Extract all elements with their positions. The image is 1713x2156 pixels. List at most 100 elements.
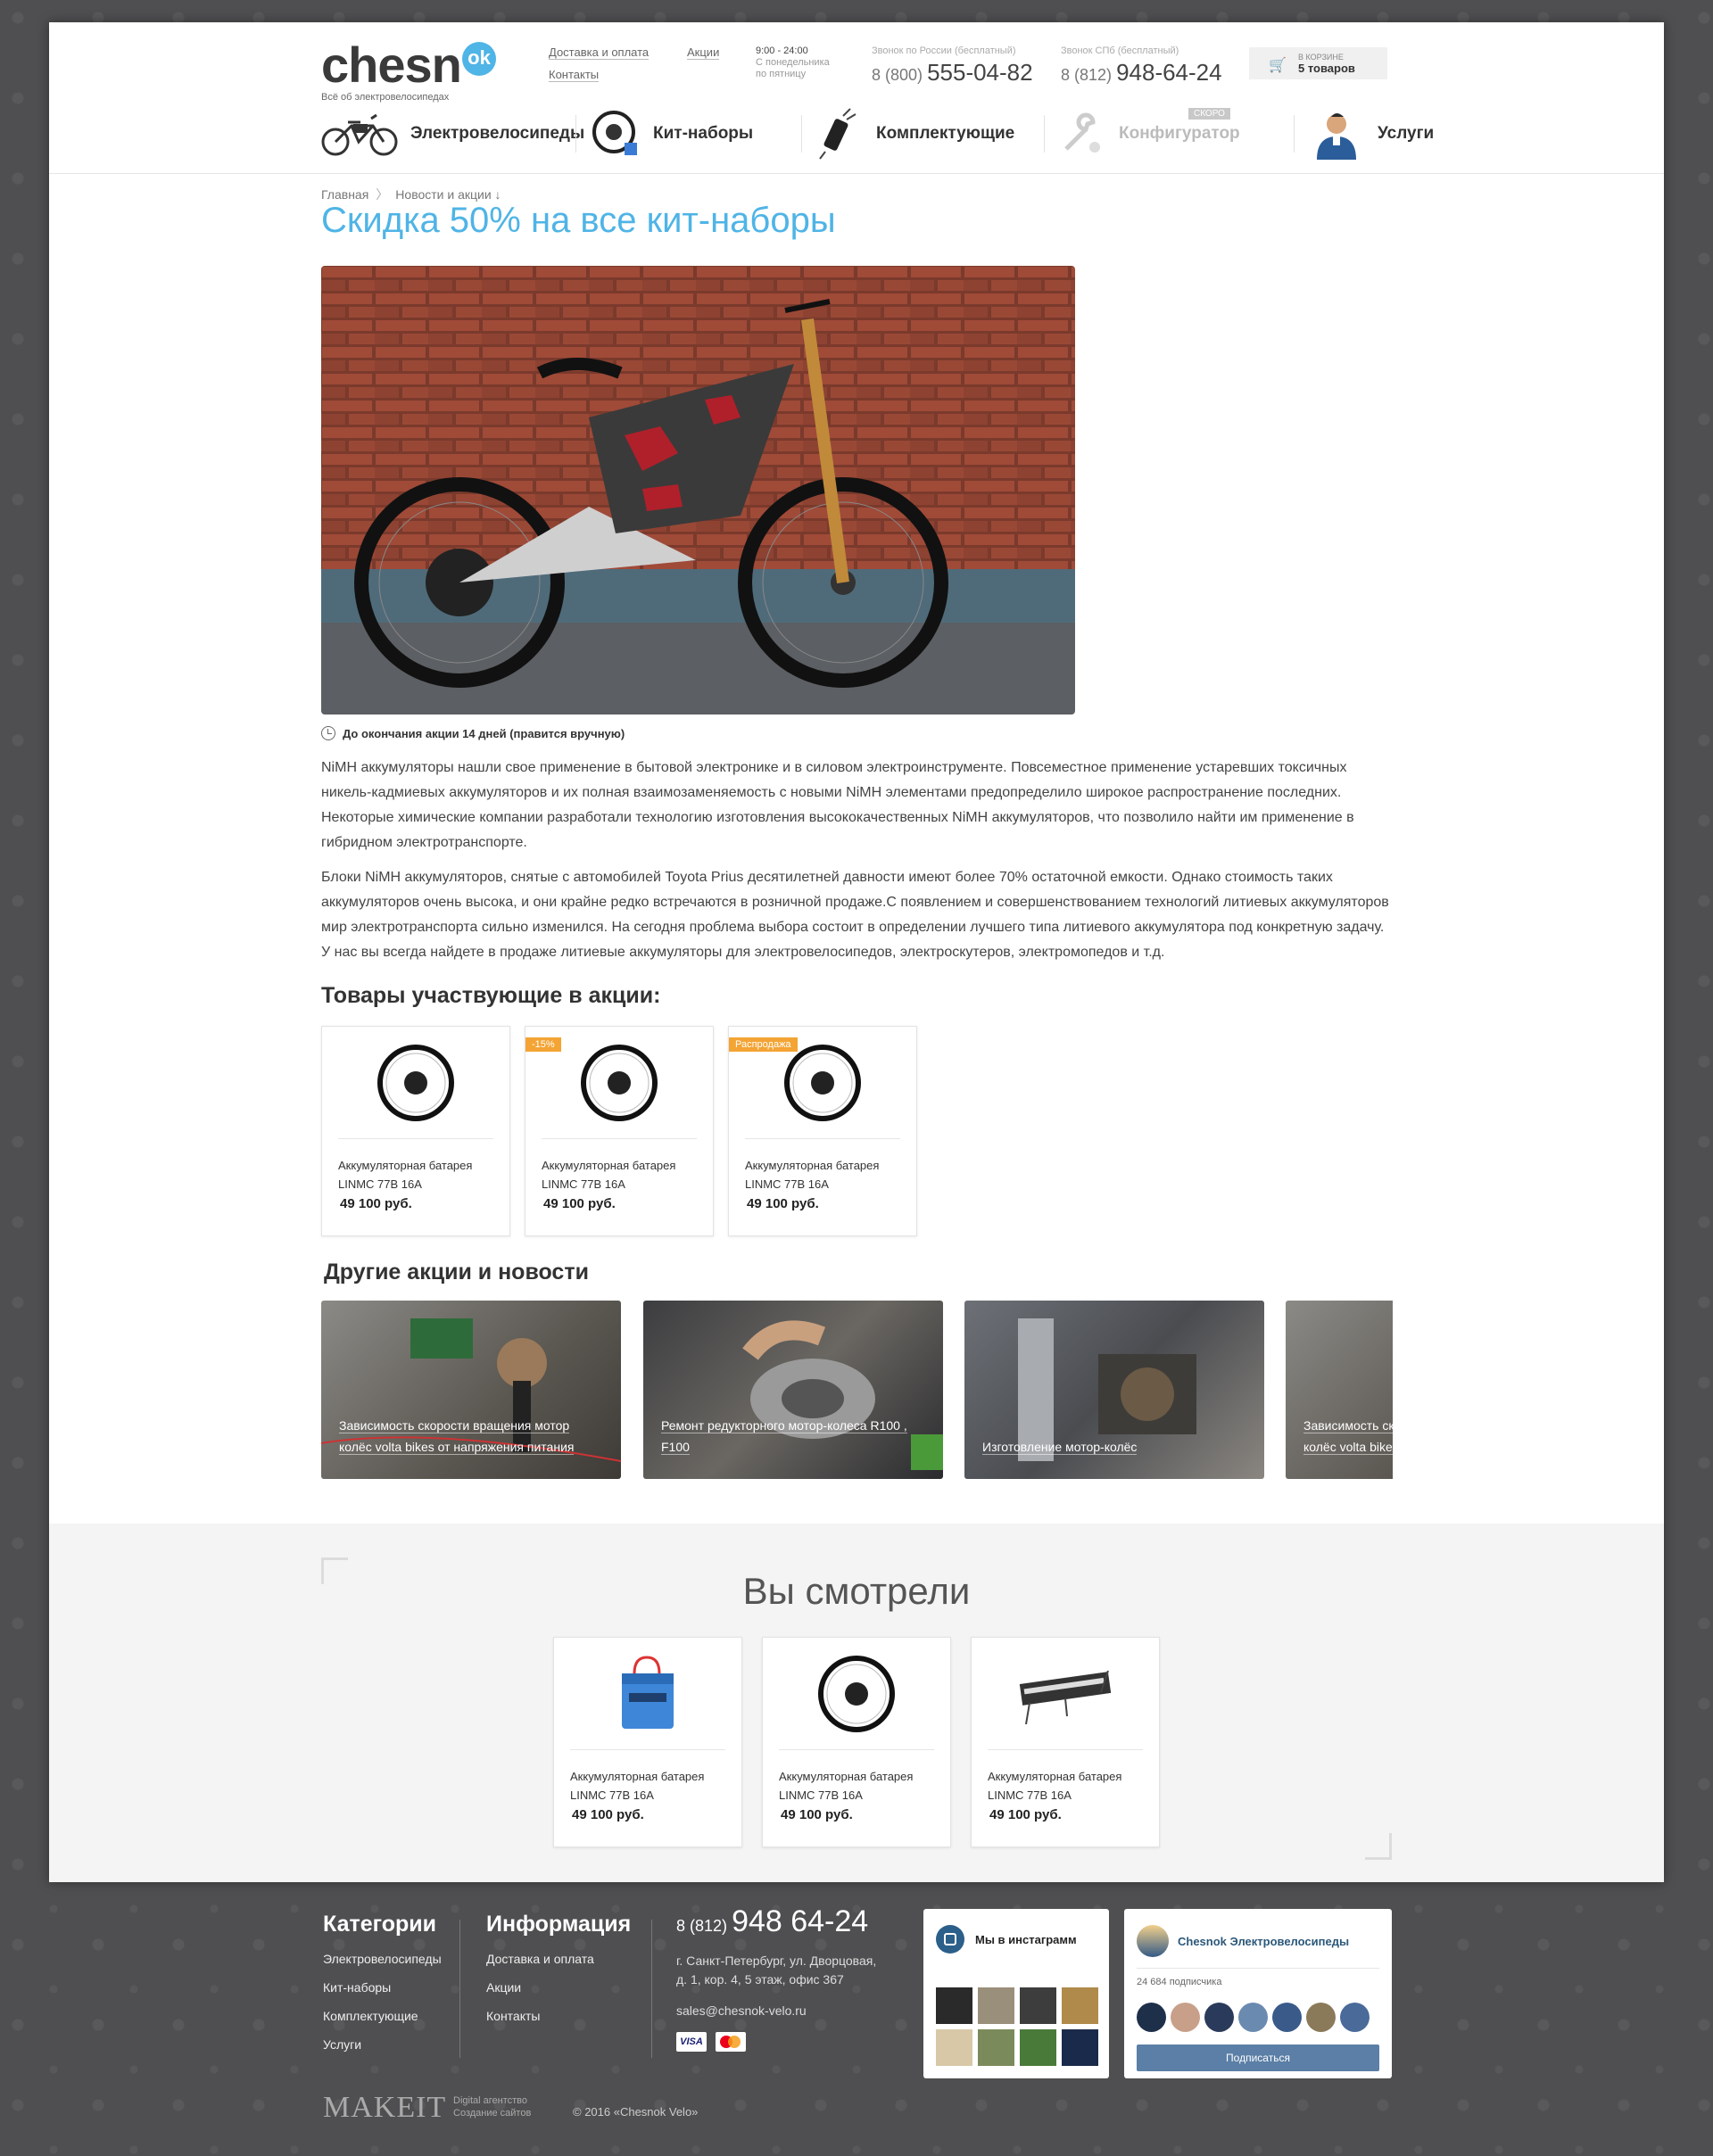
makeit-logo[interactable]: MAKEIT	[323, 2091, 446, 2125]
link-promotions[interactable]: Акции	[687, 45, 720, 60]
nav-item-configurator[interactable]: Конфигуратор скоро	[1055, 103, 1240, 165]
footer-link-promotions[interactable]: Акции	[486, 1980, 631, 1995]
breadcrumb-separator-icon: 〉	[376, 187, 389, 202]
cart-button[interactable]: 🛒 в корзине 5 товаров	[1249, 47, 1387, 79]
motor-wheel-icon	[322, 1027, 509, 1138]
product-card[interactable]: -15% Аккумуляторная батарея LINMC 77В 16…	[525, 1026, 714, 1236]
product-price: 49 100 руб.	[781, 1807, 853, 1822]
instagram-photo[interactable]	[1020, 1987, 1056, 2024]
product-name[interactable]: Аккумуляторная батарея LINMC 77В 16А	[542, 1156, 702, 1194]
instagram-icon	[936, 1925, 964, 1954]
controller-icon	[972, 1638, 1159, 1749]
news-carousel-mask	[1393, 1298, 1664, 1485]
hero-image	[321, 266, 1075, 715]
footer-link-kits[interactable]: Кит-наборы	[323, 1980, 442, 1995]
product-name[interactable]: Аккумуляторная батарея LINMC 77В 16А	[779, 1767, 939, 1805]
instagram-widget: Мы в инстаграмм	[923, 1909, 1109, 2078]
instagram-photo[interactable]	[1020, 2029, 1056, 2066]
phone-russia[interactable]: Звонок по России (бесплатный) 8 (800) 55…	[872, 45, 1033, 87]
vk-subscribers: 24 684 подписчика	[1137, 1977, 1222, 1987]
instagram-photo[interactable]	[1062, 2029, 1098, 2066]
motor-wheel-icon	[729, 1027, 916, 1138]
footer-phone[interactable]: 8 (812) 948 64-24	[676, 1904, 876, 1939]
product-name[interactable]: Аккумуляторная батарея LINMC 77В 16А	[570, 1767, 731, 1805]
avatar[interactable]	[1306, 2003, 1336, 2032]
vk-subscribe-button[interactable]: Подписаться	[1137, 2044, 1379, 2071]
vk-header[interactable]: Chesnok Электровелосипеды	[1137, 1925, 1349, 1957]
news-card[interactable]: Ремонт редукторного мотор-колеса R100 , …	[643, 1301, 943, 1479]
viewed-card[interactable]: Аккумуляторная батарея LINMC 77В 16А 49 …	[971, 1637, 1160, 1847]
corner-decoration	[1365, 1833, 1392, 1860]
news-caption: Зависимость скорости вращения мотор колё…	[339, 1418, 575, 1455]
vk-title: Chesnok Электровелосипеды	[1178, 1934, 1350, 1948]
instagram-title: Мы в инстаграмм	[975, 1932, 1077, 1946]
site-logo[interactable]: chesn ok Всё об электровелосипедах	[321, 40, 496, 103]
instagram-thumbs	[936, 1987, 1098, 2066]
link-delivery[interactable]: Доставка и оплата	[549, 45, 650, 60]
phone-spb-prefix: 8 (812)	[1061, 66, 1113, 84]
page-container: chesn ok Всё об электровелосипедах Доста…	[49, 22, 1664, 1882]
soon-badge: скоро	[1188, 108, 1230, 120]
article-paragraph-2: Блоки NiMH аккумуляторов, снятые с автом…	[321, 870, 1389, 960]
footer-phone-number: 948 64-24	[732, 1904, 869, 1938]
news-card[interactable]: Зависимость скорости вращения мотор колё…	[321, 1301, 621, 1479]
nav-item-parts[interactable]: Комплектующие	[812, 103, 1014, 165]
card-divider	[570, 1749, 725, 1750]
motor-wheel-icon	[525, 1027, 713, 1138]
avatar[interactable]	[1204, 2003, 1234, 2032]
product-card[interactable]: Аккумуляторная батарея LINMC 77В 16А 49 …	[321, 1026, 510, 1236]
hours-days: С понедельника	[756, 57, 830, 68]
instagram-header[interactable]: Мы в инстаграмм	[936, 1925, 1077, 1954]
clock-icon	[321, 726, 335, 740]
link-contacts[interactable]: Контакты	[549, 68, 600, 82]
nav-item-services[interactable]: Услуги	[1310, 103, 1434, 165]
phone-spb[interactable]: Звонок СПб (бесплатный) 8 (812) 948-64-2…	[1061, 45, 1222, 87]
instagram-photo[interactable]	[936, 1987, 972, 2024]
avatar[interactable]	[1171, 2003, 1200, 2032]
vk-subscriber-avatars	[1137, 2003, 1370, 2032]
product-name[interactable]: Аккумуляторная батарея LINMC 77В 16А	[338, 1156, 499, 1194]
vk-divider	[1137, 1968, 1379, 1969]
ebike-icon	[321, 108, 400, 160]
viewed-card[interactable]: Аккумуляторная батарея LINMC 77В 16А 49 …	[553, 1637, 742, 1847]
instagram-photo[interactable]	[936, 2029, 972, 2066]
avatar[interactable]	[1272, 2003, 1302, 2032]
footer-link-delivery[interactable]: Доставка и оплата	[486, 1952, 631, 1966]
news-caption: Ремонт редукторного мотор-колеса R100 , …	[661, 1418, 907, 1455]
footer-link-parts[interactable]: Комплектующие	[323, 2009, 442, 2023]
news-card[interactable]: Изготовление мотор-колёс	[964, 1301, 1264, 1479]
nav-item-ebikes[interactable]: Электровелосипеды	[321, 103, 584, 165]
product-name[interactable]: Аккумуляторная батарея LINMC 77В 16А	[745, 1156, 906, 1194]
avatar[interactable]	[1238, 2003, 1268, 2032]
footer-link-ebikes[interactable]: Электровелосипеды	[323, 1952, 442, 1966]
footer-address-line1: г. Санкт-Петербург, ул. Дворцовая,	[676, 1954, 877, 1968]
breadcrumb-news[interactable]: Новости и акции ↓	[395, 187, 501, 202]
product-name[interactable]: Аккумуляторная батарея LINMC 77В 16А	[988, 1767, 1148, 1805]
makeit-tagline: Digital агентство Создание сайтов	[453, 2094, 531, 2119]
instagram-photo[interactable]	[1062, 1987, 1098, 2024]
motor-wheel-icon	[763, 1638, 950, 1749]
news-heading: Другие акции и новости	[324, 1260, 589, 1285]
instagram-photo[interactable]	[978, 1987, 1014, 2024]
nav-item-kits[interactable]: Кит-наборы	[589, 103, 753, 165]
avatar[interactable]	[1137, 2003, 1166, 2032]
promo-timer-text: До окончания акции 14 дней (правится вру…	[343, 727, 625, 740]
mastercard-icon	[716, 2032, 746, 2052]
footer-address-line2: д. 1, кор. 4, 5 этаж, офис 367	[676, 1972, 844, 1987]
avatar[interactable]	[1340, 2003, 1370, 2032]
footer-email[interactable]: sales@chesnok-velo.ru	[676, 2003, 876, 2018]
footer-categories: Категории Электровелосипеды Кит-наборы К…	[323, 1912, 442, 2066]
footer-info-title: Информация	[486, 1912, 632, 1937]
card-divider	[779, 1749, 934, 1750]
instagram-photo[interactable]	[978, 2029, 1014, 2066]
footer-link-services[interactable]: Услуги	[323, 2037, 442, 2052]
viewed-card[interactable]: Аккумуляторная батарея LINMC 77В 16А 49 …	[762, 1637, 951, 1847]
nav-label-kits: Кит-наборы	[653, 124, 754, 143]
controller-icon	[812, 108, 865, 160]
product-card[interactable]: Распродажа Аккумуляторная батарея LINMC …	[728, 1026, 917, 1236]
footer-link-contacts[interactable]: Контакты	[486, 2009, 631, 2023]
makeit-sub1: Digital агентство	[453, 2095, 527, 2106]
nav-divider	[575, 115, 576, 153]
nav-label-parts: Комплектующие	[876, 124, 1015, 143]
breadcrumb-home[interactable]: Главная	[321, 187, 368, 202]
